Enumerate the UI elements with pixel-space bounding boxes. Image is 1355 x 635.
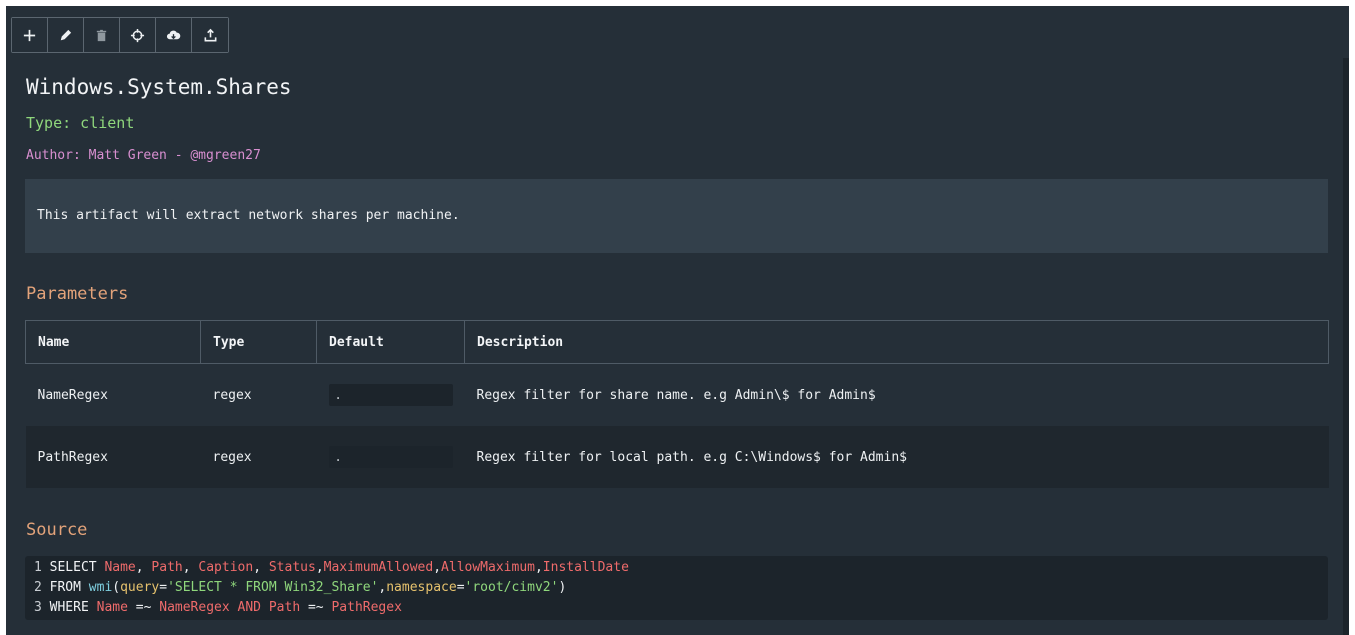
add-button[interactable] xyxy=(12,18,48,52)
download-button[interactable] xyxy=(156,18,192,52)
param-default-input[interactable]: . xyxy=(328,446,453,468)
vertical-scrollbar[interactable] xyxy=(1343,58,1349,635)
artifact-title: Windows.System.Shares xyxy=(26,75,292,99)
param-type: regex xyxy=(200,426,317,488)
param-description: Regex filter for local path. e.g C:\Wind… xyxy=(464,426,1329,488)
artifact-panel: Windows.System.Shares Type: client Autho… xyxy=(6,6,1349,635)
artifact-author: Author: Matt Green - @mgreen27 xyxy=(26,148,261,163)
source-heading: Source xyxy=(26,520,88,540)
edit-button[interactable] xyxy=(48,18,84,52)
plus-icon xyxy=(23,29,36,41)
parameters-table: Name Type Default Description NameRegex … xyxy=(25,320,1329,488)
param-type: regex xyxy=(212,387,252,403)
table-row: PathRegex regex . Regex filter for local… xyxy=(25,426,1329,488)
upload-icon xyxy=(204,28,216,41)
upload-button[interactable] xyxy=(192,18,228,52)
column-header-description: Description xyxy=(464,320,1329,364)
code-line: 1 SELECT Name, Path, Caption, Status,Max… xyxy=(34,560,629,575)
source-code-block: 1 SELECT Name, Path, Caption, Status,Max… xyxy=(25,556,1328,620)
table-row: NameRegex regex . Regex filter for share… xyxy=(26,364,1329,427)
table-header-row: Name Type Default Description xyxy=(25,320,1329,364)
code-line: 3 WHERE Name =~ NameRegex AND Path =~ Pa… xyxy=(34,600,402,615)
column-header-type: Type xyxy=(200,320,317,364)
pencil-icon xyxy=(60,29,72,40)
description-box: This artifact will extract network share… xyxy=(25,179,1328,253)
column-header-default: Default xyxy=(316,320,465,364)
hunt-button[interactable] xyxy=(120,18,156,52)
param-default-input[interactable]: . xyxy=(328,384,453,406)
description-text: This artifact will extract network share… xyxy=(37,208,460,223)
delete-button[interactable] xyxy=(84,18,120,52)
parameters-heading: Parameters xyxy=(26,284,129,304)
param-description: Regex filter for share name. e.g Admin\$… xyxy=(476,387,876,403)
crosshair-icon xyxy=(130,28,145,42)
param-name: PathRegex xyxy=(25,426,201,488)
artifact-type: Type: client xyxy=(26,114,135,132)
cloud-download-icon xyxy=(166,30,181,39)
trash-icon xyxy=(96,29,107,41)
toolbar xyxy=(11,17,229,53)
param-name: NameRegex xyxy=(37,387,108,403)
code-line: 2 FROM wmi(query='SELECT * FROM Win32_Sh… xyxy=(34,580,567,595)
column-header-name: Name xyxy=(25,320,201,364)
